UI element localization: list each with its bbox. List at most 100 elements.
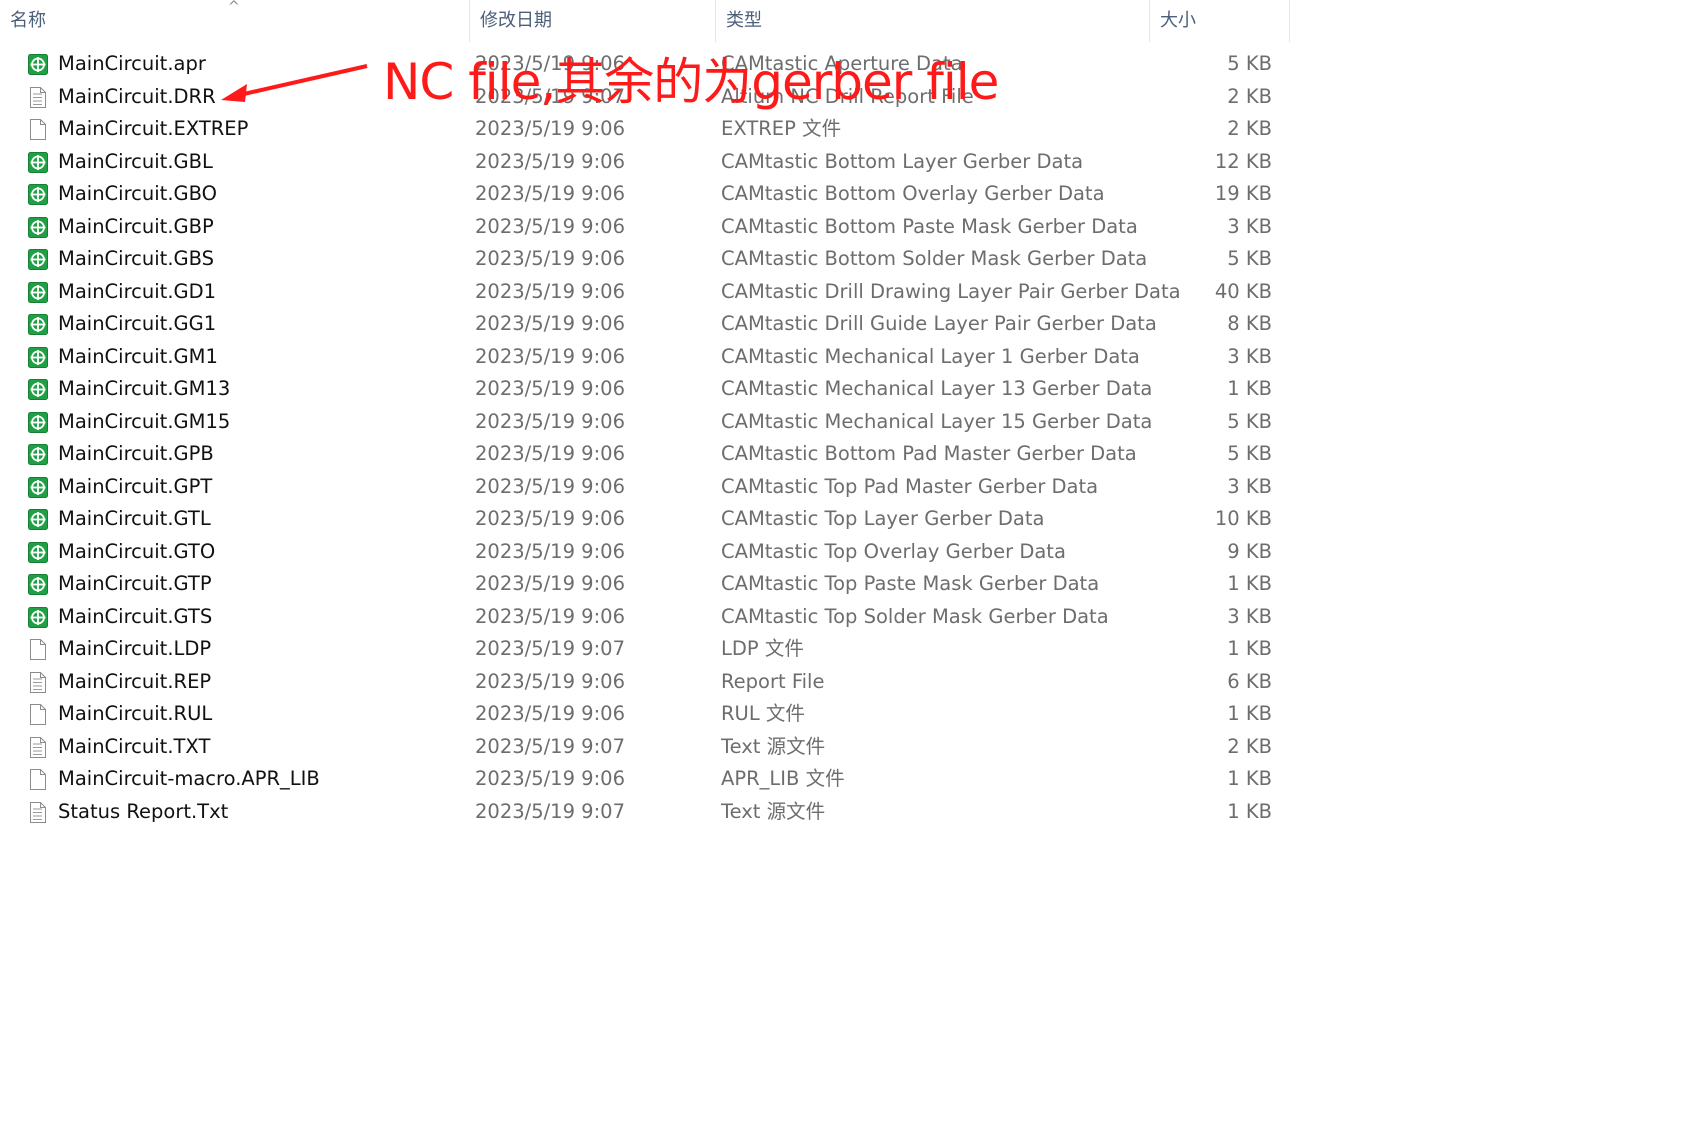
file-row[interactable]: MainCircuit.RUL 2023/5/19 9:06 RUL 文件 1 KB bbox=[0, 698, 1290, 731]
gerber-icon bbox=[28, 541, 48, 563]
column-header-name[interactable]: 名称 ^ bbox=[0, 0, 470, 42]
file-row[interactable]: MainCircuit.GBO 2023/5/19 9:06 CAMtastic B… bbox=[0, 178, 1290, 211]
file-name: MainCircuit.GTL bbox=[58, 507, 211, 530]
file-name: MainCircuit.GM13 bbox=[58, 377, 231, 400]
file-type: CAMtastic Top Paste Mask Gerber Data bbox=[721, 572, 1100, 595]
gerber-icon bbox=[28, 151, 48, 173]
file-size: 2 KB bbox=[1227, 734, 1272, 758]
file-type: CAMtastic Top Overlay Gerber Data bbox=[721, 539, 1066, 563]
file-name: MainCircuit.GM1 bbox=[58, 344, 218, 368]
file-row[interactable]: MainCircuit.GBS 2023/5/19 9:06 CAMtastic B… bbox=[0, 243, 1290, 276]
file-size: 5 KB bbox=[1227, 52, 1272, 75]
file-type: CAMtastic Bottom Solder Mask Gerber Data bbox=[721, 247, 1148, 270]
file-row[interactable]: MainCircuit.GTS 2023/5/19 9:06 CAMtastic T… bbox=[0, 601, 1290, 634]
file-size: 1 KB bbox=[1227, 799, 1272, 823]
gerber-icon bbox=[28, 184, 48, 205]
file-size: 1 KB bbox=[1227, 377, 1272, 400]
file-type: CAMtastic Drill Guide Layer Pair Gerber … bbox=[721, 312, 1157, 335]
gerber-icon bbox=[28, 444, 48, 465]
file-row[interactable]: MainCircuit.GM15 2023/5/19 9:06 CAMtastic … bbox=[0, 406, 1290, 439]
file-type: Report File bbox=[721, 669, 825, 693]
blank-file-icon bbox=[28, 639, 48, 660]
file-name: MainCircuit.GTS bbox=[58, 604, 213, 628]
file-row[interactable]: MainCircuit.GD1 2023/5/19 9:06 CAMtastic D… bbox=[0, 276, 1290, 309]
file-name: MainCircuit.EXTREP bbox=[58, 117, 249, 140]
file-modified-date: 2023/5/19 9:06 bbox=[475, 214, 625, 238]
file-name: MainCircuit.GPB bbox=[58, 442, 214, 465]
file-type: CAMtastic Bottom Pad Master Gerber Data bbox=[721, 442, 1137, 465]
column-header-type-label: 类型 bbox=[726, 10, 762, 31]
file-row[interactable]: MainCircuit.GPB 2023/5/19 9:06 CAMtastic B… bbox=[0, 438, 1290, 471]
file-row[interactable]: MainCircuit.GTL 2023/5/19 9:06 CAMtastic T… bbox=[0, 503, 1290, 536]
file-name: MainCircuit.REP bbox=[58, 669, 212, 693]
file-size: 1 KB bbox=[1227, 702, 1272, 725]
gerber-icon bbox=[28, 281, 48, 303]
file-name: Status Report.Txt bbox=[58, 799, 229, 823]
file-size: 9 KB bbox=[1227, 539, 1272, 563]
file-row[interactable]: MainCircuit.GTP 2023/5/19 9:06 CAMtastic T… bbox=[0, 568, 1290, 601]
column-header-type[interactable]: 类型 bbox=[716, 0, 1150, 42]
file-row[interactable]: Status Report.Txt 2023/5/19 9:07 Text 源文件 1… bbox=[0, 796, 1290, 829]
file-type: RUL 文件 bbox=[721, 702, 805, 725]
file-size: 3 KB bbox=[1227, 604, 1272, 628]
file-row[interactable]: MainCircuit-macro.APR_LIB 2023/5/19 9:06 A… bbox=[0, 763, 1290, 796]
file-type: CAMtastic Mechanical Layer 15 Gerber Dat… bbox=[721, 409, 1153, 433]
file-modified-date: 2023/5/19 9:06 bbox=[475, 279, 625, 303]
file-row[interactable]: MainCircuit.GTO 2023/5/19 9:06 CAMtastic T… bbox=[0, 536, 1290, 569]
file-modified-date: 2023/5/19 9:06 bbox=[475, 539, 625, 563]
file-type: CAMtastic Top Layer Gerber Data bbox=[721, 507, 1045, 530]
file-size: 8 KB bbox=[1227, 312, 1272, 335]
file-size: 3 KB bbox=[1227, 214, 1272, 238]
file-modified-date: 2023/5/19 9:06 bbox=[475, 377, 625, 400]
file-size: 2 KB bbox=[1227, 117, 1272, 140]
annotation-arrow bbox=[221, 64, 368, 102]
file-modified-date: 2023/5/19 9:06 bbox=[475, 409, 625, 433]
file-row[interactable]: MainCircuit.GM13 2023/5/19 9:06 CAMtastic … bbox=[0, 373, 1290, 406]
file-name: MainCircuit.LDP bbox=[58, 637, 212, 660]
file-type: CAMtastic Mechanical Layer 1 Gerber Data bbox=[721, 344, 1140, 368]
file-name: MainCircuit.GD1 bbox=[58, 279, 217, 303]
file-modified-date: 2023/5/19 9:06 bbox=[475, 344, 625, 368]
gerber-icon bbox=[28, 54, 48, 75]
file-modified-date: 2023/5/19 9:06 bbox=[475, 702, 625, 725]
file-type: CAMtastic Drill Drawing Layer Pair Gerbe… bbox=[721, 279, 1181, 303]
file-size: 5 KB bbox=[1227, 409, 1272, 433]
gerber-icon bbox=[28, 346, 48, 368]
file-name: MainCircuit.GG1 bbox=[58, 312, 217, 335]
gerber-icon bbox=[28, 606, 48, 628]
file-row[interactable]: MainCircuit.GBP 2023/5/19 9:06 CAMtastic B… bbox=[0, 211, 1290, 244]
file-name: MainCircuit-macro.APR_LIB bbox=[58, 767, 320, 790]
file-type: EXTREP 文件 bbox=[721, 117, 842, 140]
file-type: LDP 文件 bbox=[721, 637, 804, 660]
file-row[interactable]: MainCircuit.EXTREP 2023/5/19 9:06 EXTREP 文… bbox=[0, 113, 1290, 146]
file-row[interactable]: MainCircuit.GBL 2023/5/19 9:06 CAMtastic B… bbox=[0, 146, 1290, 179]
file-name: MainCircuit.GPT bbox=[58, 474, 213, 498]
file-row[interactable]: MainCircuit.TXT 2023/5/19 9:07 Text 源文件 2 K… bbox=[0, 731, 1290, 764]
file-modified-date: 2023/5/19 9:06 bbox=[475, 149, 625, 173]
file-type: CAMtastic Bottom Layer Gerber Data bbox=[721, 149, 1084, 173]
file-type: CAMtastic Top Pad Master Gerber Data bbox=[721, 474, 1099, 498]
file-row[interactable]: MainCircuit.GM1 2023/5/19 9:06 CAMtastic M… bbox=[0, 341, 1290, 374]
file-name: MainCircuit.TXT bbox=[58, 734, 211, 758]
gerber-icon bbox=[28, 574, 48, 595]
gerber-icon bbox=[28, 314, 48, 335]
column-header-modified[interactable]: 修改日期 bbox=[470, 0, 716, 42]
file-list: MainCircuit.apr 2023/5/19 9:06 CAMtastic A… bbox=[0, 48, 1290, 828]
file-name: MainCircuit.GBP bbox=[58, 214, 214, 238]
file-size: 3 KB bbox=[1227, 344, 1272, 368]
file-name: MainCircuit.GBO bbox=[58, 182, 218, 205]
annotation-arrow-head bbox=[221, 84, 247, 102]
gerber-icon bbox=[28, 249, 48, 270]
file-row[interactable]: MainCircuit.REP 2023/5/19 9:06 Report File… bbox=[0, 666, 1290, 699]
file-modified-date: 2023/5/19 9:06 bbox=[475, 442, 625, 465]
file-size: 19 KB bbox=[1214, 182, 1272, 205]
annotation-text: NC file,其余的为gerber file bbox=[383, 53, 999, 111]
file-row[interactable]: MainCircuit.GG1 2023/5/19 9:06 CAMtastic D… bbox=[0, 308, 1290, 341]
column-header-size[interactable]: 大小 bbox=[1150, 0, 1290, 42]
file-row[interactable]: MainCircuit.LDP 2023/5/19 9:07 LDP 文件 1 KB bbox=[0, 633, 1290, 666]
gerber-icon bbox=[28, 216, 48, 238]
file-row[interactable]: MainCircuit.GPT 2023/5/19 9:06 CAMtastic T… bbox=[0, 471, 1290, 504]
file-modified-date: 2023/5/19 9:07 bbox=[475, 637, 625, 660]
file-size: 40 KB bbox=[1214, 279, 1272, 303]
file-type: Text 源文件 bbox=[721, 734, 826, 758]
